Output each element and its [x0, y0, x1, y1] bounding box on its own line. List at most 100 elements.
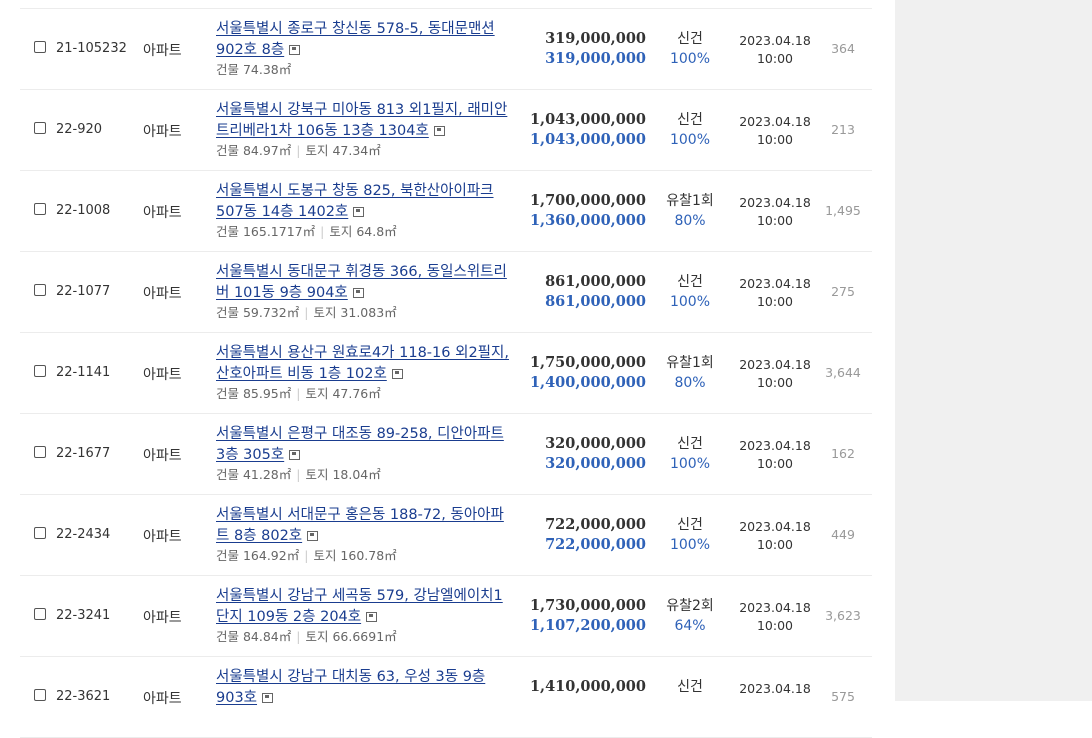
sale-time: 10:00: [756, 294, 794, 309]
appraisal-price: 319,000,000: [545, 30, 646, 47]
building-area: 건물 165.1717㎡: [216, 224, 316, 239]
building-area: 건물 74.38㎡: [216, 62, 292, 77]
table-row: 22-1141 아파트 서울특별시 용산구 원효로4가 118-16 외2필지,…: [20, 333, 872, 414]
property-type: 아파트: [143, 124, 182, 140]
address-link[interactable]: 서울특별시 강북구 미아동 813 외1필지, 래미안트리베라1차 106동 1…: [216, 102, 507, 139]
area-separator: |: [296, 386, 301, 401]
building-area: 건물 41.28㎡: [216, 467, 292, 482]
view-count: 1,495: [825, 203, 861, 218]
minimum-price: 320,000,000: [545, 455, 646, 472]
price-cell: 1,043,000,000 1,043,000,000: [530, 110, 646, 150]
row-checkbox[interactable]: [34, 689, 46, 701]
row-checkbox[interactable]: [34, 365, 46, 377]
status-text: 신건: [677, 436, 703, 452]
photo-icon[interactable]: [433, 126, 445, 136]
address-cell: 서울특별시 강북구 미아동 813 외1필지, 래미안트리베라1차 106동 1…: [216, 99, 516, 161]
address-cell: 서울특별시 용산구 원효로4가 118-16 외2필지, 산호아파트 비동 1층…: [216, 342, 516, 404]
case-number: 22-1677: [56, 446, 111, 461]
table-row: 22-920 아파트 서울특별시 강북구 미아동 813 외1필지, 래미안트리…: [20, 90, 872, 171]
photo-icon[interactable]: [289, 45, 301, 55]
status-cell: 신건: [651, 677, 729, 697]
view-count: 213: [831, 122, 855, 137]
sale-date-cell: 2023.04.18 10:00: [733, 194, 817, 230]
photo-icon[interactable]: [391, 369, 403, 379]
auction-listing-table: 21-105232 아파트 서울특별시 종로구 창신동 578-5, 동대문맨션…: [20, 8, 872, 738]
status-text: 신건: [677, 112, 703, 128]
sale-time: 10:00: [756, 537, 794, 552]
row-checkbox[interactable]: [34, 446, 46, 458]
minimum-rate: 80%: [674, 375, 706, 391]
address-cell: 서울특별시 서대문구 홍은동 188-72, 동아아파트 8층 802호 건물 …: [216, 504, 516, 566]
minimum-price: 1,107,200,000: [529, 617, 646, 634]
sale-date: 2023.04.18: [739, 519, 811, 534]
address-link[interactable]: 서울특별시 서대문구 홍은동 188-72, 동아아파트 8층 802호: [216, 507, 504, 544]
row-checkbox[interactable]: [34, 608, 46, 620]
area-info: 건물 164.92㎡ | 토지 160.78㎡: [216, 546, 516, 566]
case-number: 22-2434: [56, 527, 111, 542]
area-info: 건물 84.97㎡ | 토지 47.34㎡: [216, 141, 516, 161]
address-cell: 서울특별시 강남구 대치동 63, 우성 3동 9층 903호: [216, 666, 516, 708]
row-checkbox[interactable]: [34, 284, 46, 296]
case-number: 22-920: [56, 122, 103, 137]
sale-date: 2023.04.18: [739, 681, 811, 696]
address-link[interactable]: 서울특별시 강남구 세곡동 579, 강남엘에이치1단지 109동 2층 204…: [216, 588, 503, 625]
view-count: 3,623: [825, 608, 861, 623]
price-cell: 319,000,000 319,000,000: [545, 29, 646, 69]
photo-icon[interactable]: [352, 288, 364, 298]
status-cell: 유찰1회 80%: [651, 353, 729, 393]
appraisal-price: 1,700,000,000: [529, 192, 646, 209]
building-area: 건물 84.97㎡: [216, 143, 292, 158]
appraisal-price: 1,410,000,000: [529, 678, 646, 695]
photo-icon[interactable]: [289, 450, 301, 460]
minimum-price: 1,360,000,000: [529, 212, 646, 229]
address-link[interactable]: 서울특별시 강남구 대치동 63, 우성 3동 9층 903호: [216, 669, 485, 706]
case-number: 22-1141: [56, 365, 111, 380]
row-checkbox[interactable]: [34, 122, 46, 134]
appraisal-price: 1,750,000,000: [529, 354, 646, 371]
photo-icon[interactable]: [262, 693, 274, 703]
appraisal-price: 1,043,000,000: [529, 111, 646, 128]
minimum-rate: 80%: [674, 213, 706, 229]
appraisal-price: 722,000,000: [545, 516, 646, 533]
land-area: 토지 64.8㎡: [329, 224, 397, 239]
area-separator: |: [296, 467, 301, 482]
address-link[interactable]: 서울특별시 용산구 원효로4가 118-16 외2필지, 산호아파트 비동 1층…: [216, 345, 509, 382]
sale-date-cell: 2023.04.18 10:00: [733, 518, 817, 554]
sale-time: 10:00: [756, 132, 794, 147]
price-cell: 1,700,000,000 1,360,000,000: [530, 191, 646, 231]
sale-date-cell: 2023.04.18: [733, 680, 817, 698]
status-text: 유찰1회: [666, 355, 714, 371]
address-cell: 서울특별시 도봉구 창동 825, 북한산아이파크 507동 14층 1402호…: [216, 180, 516, 242]
property-type: 아파트: [143, 448, 182, 464]
address-link[interactable]: 서울특별시 은평구 대조동 89-258, 디안아파트 3층 305호: [216, 426, 504, 463]
sale-date: 2023.04.18: [739, 276, 811, 291]
status-cell: 신건 100%: [651, 29, 729, 69]
address-cell: 서울특별시 동대문구 휘경동 366, 동일스위트리버 101동 9층 904호…: [216, 261, 516, 323]
table-row: 22-2434 아파트 서울특별시 서대문구 홍은동 188-72, 동아아파트…: [20, 495, 872, 576]
sale-date: 2023.04.18: [739, 438, 811, 453]
sale-date: 2023.04.18: [739, 33, 811, 48]
table-row: 21-105232 아파트 서울특별시 종로구 창신동 578-5, 동대문맨션…: [20, 9, 872, 90]
status-text: 유찰1회: [666, 193, 714, 209]
address-link[interactable]: 서울특별시 종로구 창신동 578-5, 동대문맨션 902호 8층: [216, 21, 495, 58]
photo-icon[interactable]: [307, 531, 319, 541]
photo-icon[interactable]: [366, 612, 378, 622]
price-cell: 861,000,000 861,000,000: [545, 272, 646, 312]
row-checkbox[interactable]: [34, 41, 46, 53]
address-cell: 서울특별시 은평구 대조동 89-258, 디안아파트 3층 305호 건물 4…: [216, 423, 516, 485]
status-text: 신건: [677, 517, 703, 533]
row-checkbox[interactable]: [34, 527, 46, 539]
view-count: 3,644: [825, 365, 861, 380]
area-separator: |: [296, 143, 301, 158]
sale-date-cell: 2023.04.18 10:00: [733, 275, 817, 311]
area-info: 건물 165.1717㎡ | 토지 64.8㎡: [216, 222, 516, 242]
view-count: 575: [831, 689, 855, 704]
row-checkbox[interactable]: [34, 203, 46, 215]
area-info: 건물 84.84㎡ | 토지 66.6691㎡: [216, 627, 516, 647]
property-type: 아파트: [143, 367, 182, 383]
price-cell: 1,750,000,000 1,400,000,000: [530, 353, 646, 393]
photo-icon[interactable]: [353, 207, 365, 217]
status-text: 유찰2회: [666, 598, 714, 614]
land-area: 토지 47.76㎡: [305, 386, 381, 401]
status-text: 신건: [677, 31, 703, 47]
